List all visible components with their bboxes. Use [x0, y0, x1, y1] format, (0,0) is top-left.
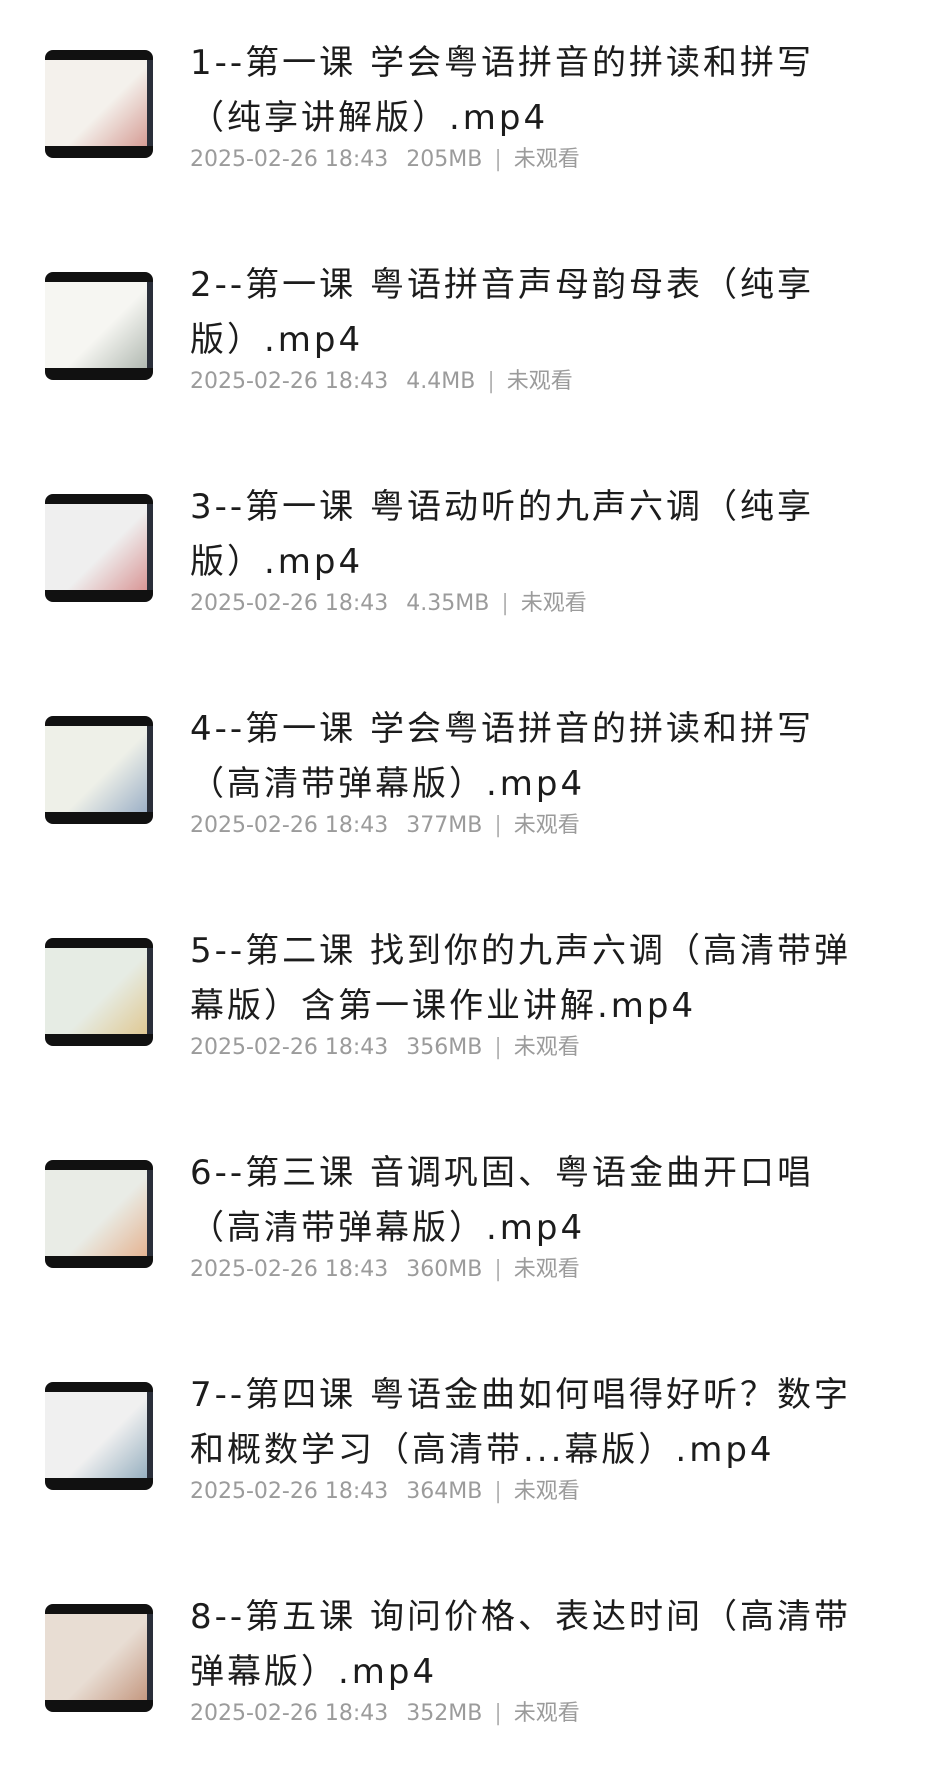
video-size: 377MB: [406, 813, 483, 838]
meta-separator: |: [494, 1479, 502, 1504]
thumbnail-edge: [147, 1614, 153, 1700]
video-meta: 2025-02-26 18:43 4.35MB | 未观看: [190, 589, 587, 619]
meta-separator: |: [494, 1035, 502, 1060]
thumbnail-frame: [45, 1170, 153, 1256]
thumbnail-edge: [147, 948, 153, 1034]
video-thumbnail[interactable]: [45, 50, 153, 158]
video-date: 2025-02-26 18:43: [190, 147, 389, 172]
thumbnail-edge: [147, 1170, 153, 1256]
video-thumbnail[interactable]: [45, 716, 153, 824]
thumbnail-frame: [45, 504, 153, 590]
video-title[interactable]: 4--第一课 学会粤语拼音的拼读和拼写（高清带弹幕版）.mp4: [190, 702, 880, 812]
thumbnail-edge: [147, 504, 153, 590]
video-date: 2025-02-26 18:43: [190, 1479, 389, 1504]
video-meta: 2025-02-26 18:43 364MB | 未观看: [190, 1477, 580, 1507]
video-meta: 2025-02-26 18:43 377MB | 未观看: [190, 811, 580, 841]
video-thumbnail[interactable]: [45, 1604, 153, 1712]
video-item[interactable]: 4--第一课 学会粤语拼音的拼读和拼写（高清带弹幕版）.mp4 2025-02-…: [0, 666, 936, 890]
thumbnail-frame: [45, 1392, 153, 1478]
video-title[interactable]: 1--第一课 学会粤语拼音的拼读和拼写（纯享讲解版）.mp4: [190, 36, 880, 146]
meta-separator: |: [494, 147, 502, 172]
meta-separator: |: [501, 591, 509, 616]
video-size: 205MB: [406, 147, 483, 172]
video-meta: 2025-02-26 18:43 356MB | 未观看: [190, 1033, 580, 1063]
video-size: 4.4MB: [406, 369, 476, 394]
watch-status: 未观看: [506, 369, 573, 394]
video-date: 2025-02-26 18:43: [190, 1035, 389, 1060]
thumbnail-frame: [45, 948, 153, 1034]
watch-status: 未观看: [520, 591, 587, 616]
video-meta: 2025-02-26 18:43 205MB | 未观看: [190, 145, 580, 175]
video-thumbnail[interactable]: [45, 272, 153, 380]
thumbnail-edge: [147, 726, 153, 812]
video-item[interactable]: 5--第二课 找到你的九声六调（高清带弹幕版）含第一课作业讲解.mp4 2025…: [0, 888, 936, 1112]
thumbnail-edge: [147, 282, 153, 368]
video-date: 2025-02-26 18:43: [190, 591, 389, 616]
video-thumbnail[interactable]: [45, 1382, 153, 1490]
watch-status: 未观看: [513, 147, 580, 172]
video-thumbnail[interactable]: [45, 938, 153, 1046]
video-title[interactable]: 3--第一课 粤语动听的九声六调（纯享版）.mp4: [190, 480, 880, 590]
video-item[interactable]: 2--第一课 粤语拼音声母韵母表（纯享版）.mp4 2025-02-26 18:…: [0, 222, 936, 446]
video-item[interactable]: 1--第一课 学会粤语拼音的拼读和拼写（纯享讲解版）.mp4 2025-02-2…: [0, 0, 936, 224]
video-title[interactable]: 5--第二课 找到你的九声六调（高清带弹幕版）含第一课作业讲解.mp4: [190, 924, 880, 1034]
video-size: 4.35MB: [406, 591, 490, 616]
video-title[interactable]: 6--第三课 音调巩固、粤语金曲开口唱（高清带弹幕版）.mp4: [190, 1146, 880, 1256]
video-date: 2025-02-26 18:43: [190, 1257, 389, 1282]
video-title[interactable]: 8--第五课 询问价格、表达时间（高清带弹幕版）.mp4: [190, 1590, 880, 1700]
video-item[interactable]: 6--第三课 音调巩固、粤语金曲开口唱（高清带弹幕版）.mp4 2025-02-…: [0, 1110, 936, 1334]
video-meta: 2025-02-26 18:43 4.4MB | 未观看: [190, 367, 573, 397]
watch-status: 未观看: [513, 1257, 580, 1282]
video-size: 356MB: [406, 1035, 483, 1060]
video-size: 364MB: [406, 1479, 483, 1504]
watch-status: 未观看: [513, 813, 580, 838]
thumbnail-edge: [147, 1392, 153, 1478]
meta-separator: |: [494, 1701, 502, 1726]
meta-separator: |: [494, 813, 502, 838]
video-size: 360MB: [406, 1257, 483, 1282]
video-date: 2025-02-26 18:43: [190, 813, 389, 838]
watch-status: 未观看: [513, 1035, 580, 1060]
watch-status: 未观看: [513, 1701, 580, 1726]
video-item[interactable]: 3--第一课 粤语动听的九声六调（纯享版）.mp4 2025-02-26 18:…: [0, 444, 936, 668]
watch-status: 未观看: [513, 1479, 580, 1504]
thumbnail-frame: [45, 1614, 153, 1700]
video-meta: 2025-02-26 18:43 352MB | 未观看: [190, 1699, 580, 1729]
video-item[interactable]: 7--第四课 粤语金曲如何唱得好听？数字和概数学习（高清带...幕版）.mp4 …: [0, 1332, 936, 1556]
thumbnail-frame: [45, 726, 153, 812]
thumbnail-frame: [45, 60, 153, 146]
meta-separator: |: [494, 1257, 502, 1282]
video-date: 2025-02-26 18:43: [190, 369, 389, 394]
meta-separator: |: [487, 369, 495, 394]
video-size: 352MB: [406, 1701, 483, 1726]
video-title[interactable]: 7--第四课 粤语金曲如何唱得好听？数字和概数学习（高清带...幕版）.mp4: [190, 1368, 880, 1478]
video-thumbnail[interactable]: [45, 494, 153, 602]
video-date: 2025-02-26 18:43: [190, 1701, 389, 1726]
thumbnail-edge: [147, 60, 153, 146]
video-meta: 2025-02-26 18:43 360MB | 未观看: [190, 1255, 580, 1285]
video-title[interactable]: 2--第一课 粤语拼音声母韵母表（纯享版）.mp4: [190, 258, 880, 368]
video-item[interactable]: 8--第五课 询问价格、表达时间（高清带弹幕版）.mp4 2025-02-26 …: [0, 1554, 936, 1770]
video-thumbnail[interactable]: [45, 1160, 153, 1268]
thumbnail-frame: [45, 282, 153, 368]
